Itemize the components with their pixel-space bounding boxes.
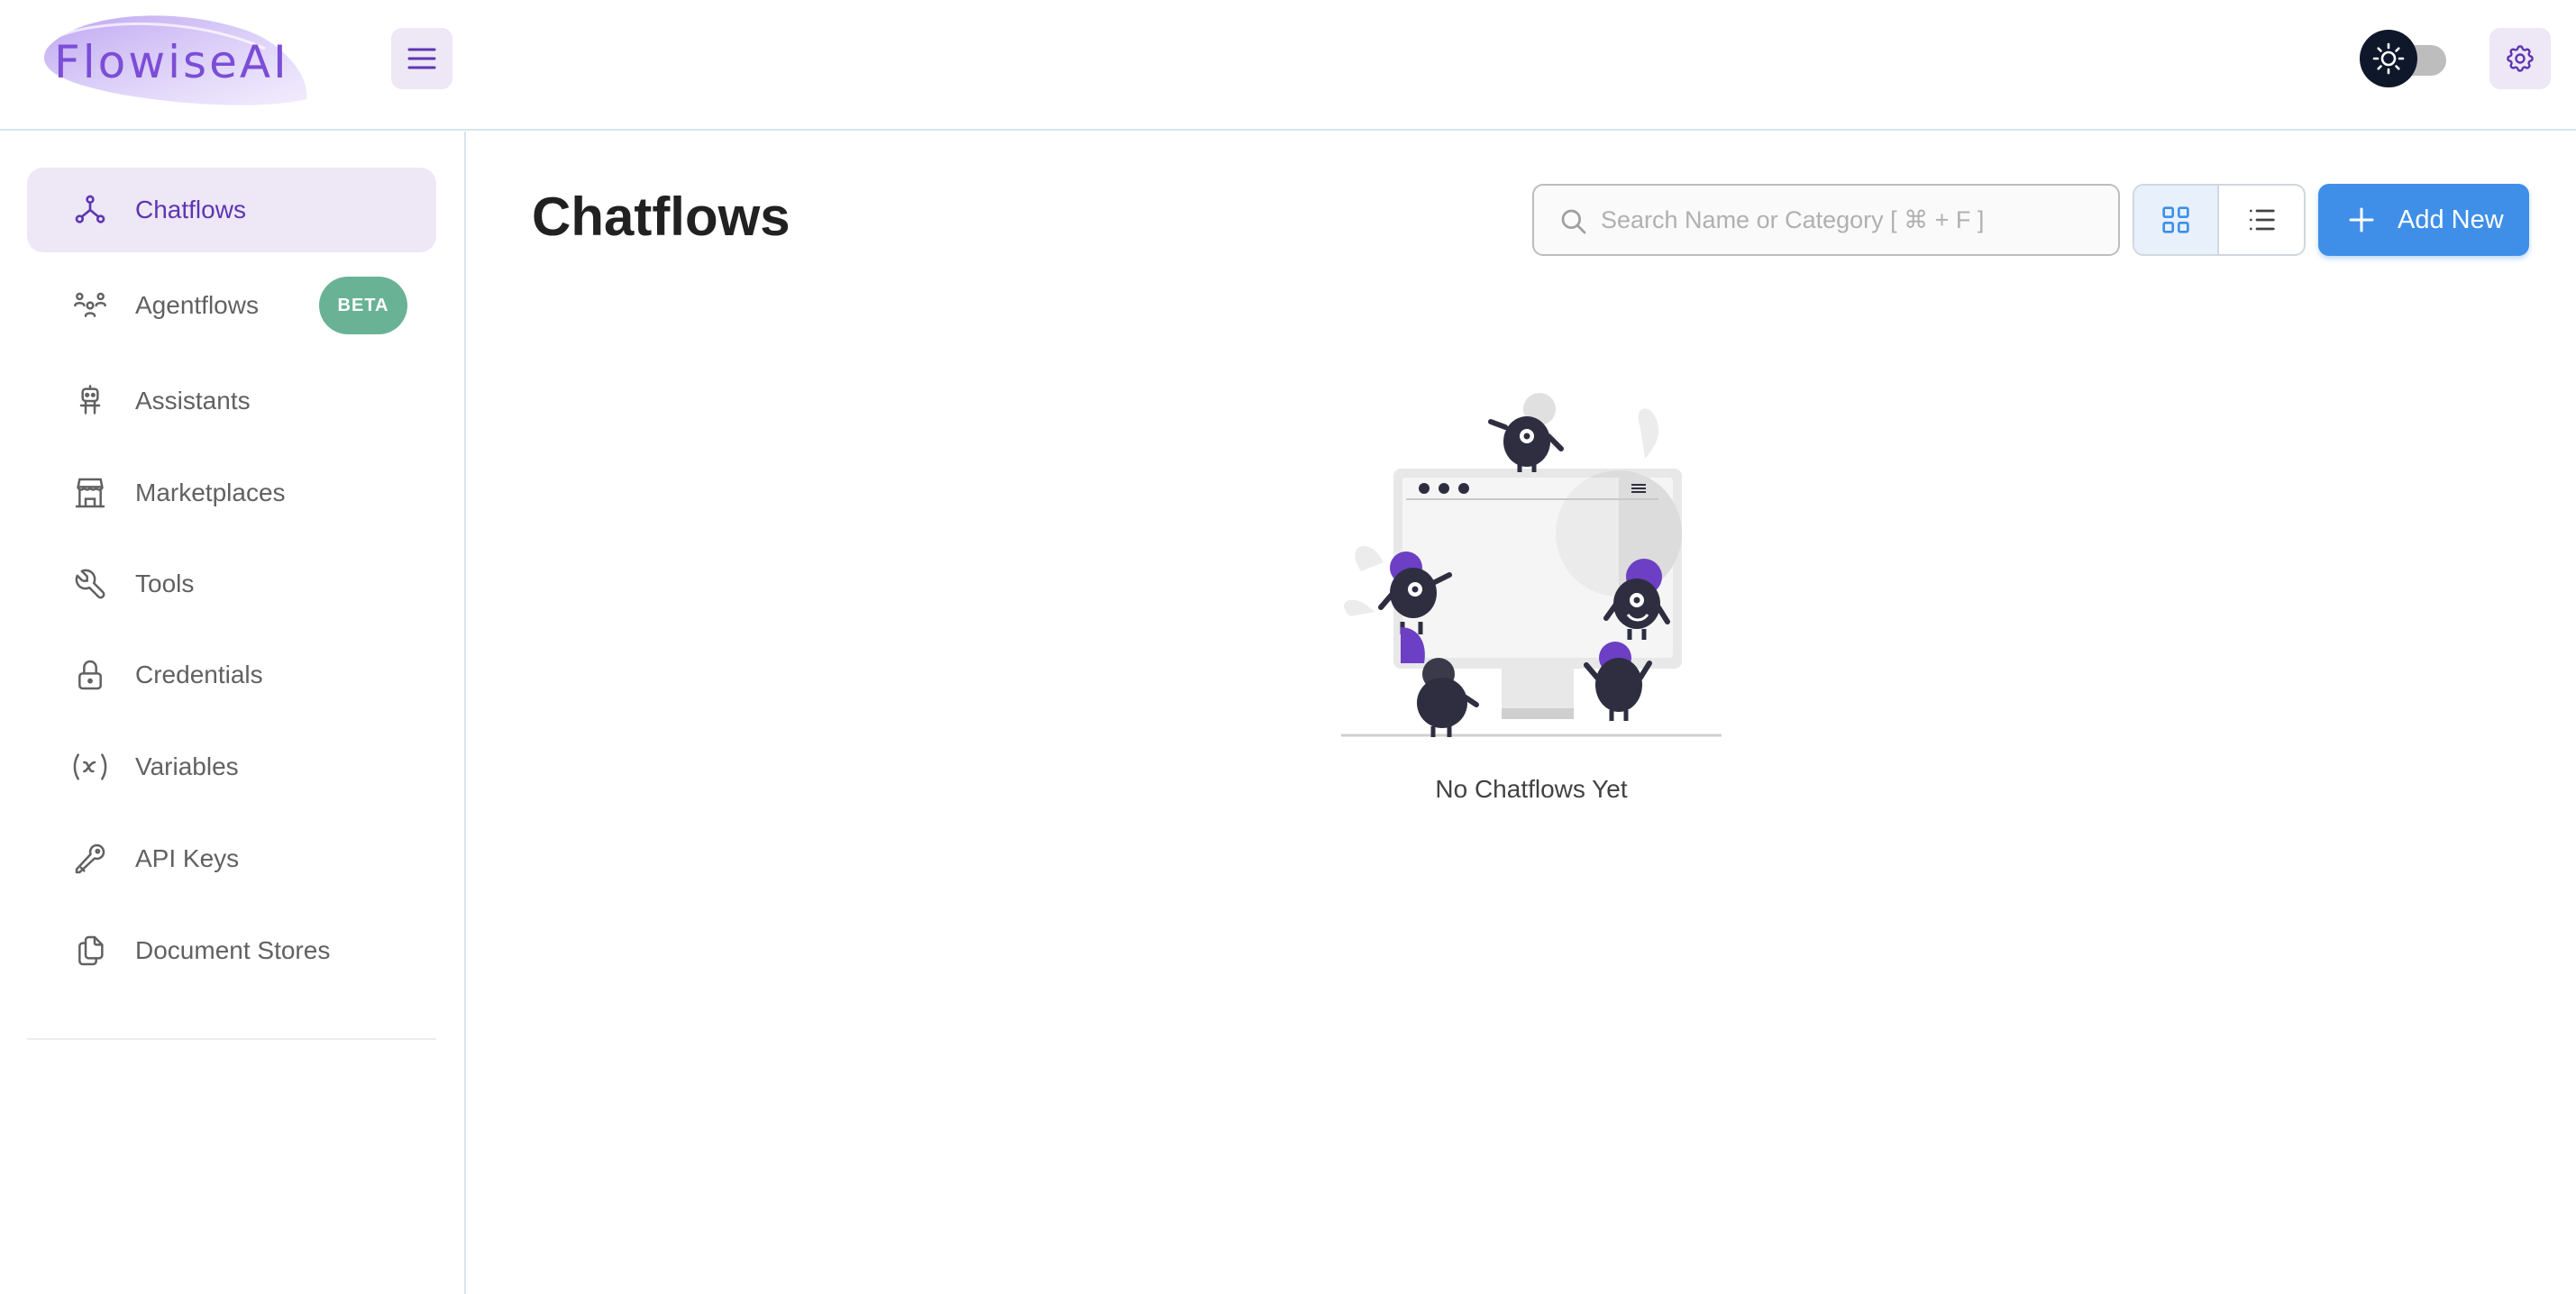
menu-toggle-button[interactable] [391, 28, 452, 89]
add-new-label: Add New [2398, 205, 2504, 234]
beta-badge: BETA [319, 277, 407, 334]
logo-text: FlowiseAI [54, 36, 289, 88]
search-input[interactable] [1601, 195, 2106, 245]
sidebar-item-agentflows[interactable]: Agentflows BETA [27, 263, 436, 348]
toggle-thumb [2360, 30, 2417, 87]
sidebar: Chatflows Agentflows BETA Assistants Mar… [0, 132, 466, 1294]
sidebar-item-label: Credentials [135, 661, 263, 688]
sun-icon [2372, 42, 2405, 75]
search-icon [1561, 209, 1586, 234]
wrench-icon [70, 564, 110, 604]
add-new-button[interactable]: Add New [2318, 184, 2529, 256]
sidebar-item-label: Assistants [135, 387, 251, 415]
hamburger-icon [407, 48, 436, 69]
sidebar-item-label: Chatflows [135, 196, 246, 223]
sidebar-item-label: Document Stores [135, 936, 331, 964]
sidebar-item-chatflows[interactable]: Chatflows [27, 168, 436, 252]
empty-state-message: No Chatflows Yet [1435, 775, 1628, 803]
card-view-button[interactable] [2134, 186, 2220, 254]
lock-icon [70, 655, 110, 695]
sidebar-item-variables[interactable]: Variables [27, 724, 436, 809]
list-icon [2250, 209, 2275, 231]
settings-button[interactable] [2489, 28, 2551, 89]
empty-state-illustration [1341, 393, 1722, 737]
sidebar-item-label: Tools [135, 570, 195, 597]
sidebar-divider [27, 1038, 436, 1040]
view-toggle-group [2133, 184, 2306, 256]
theme-toggle[interactable] [2360, 29, 2452, 88]
list-view-button[interactable] [2219, 186, 2304, 254]
sidebar-item-marketplaces[interactable]: Marketplaces [27, 451, 436, 535]
flowise-logo: FlowiseAI [40, 13, 315, 106]
grid-icon [2162, 206, 2189, 233]
plus-icon [2349, 207, 2374, 232]
sidebar-item-label: Variables [135, 752, 239, 780]
sidebar-item-tools[interactable]: Tools [27, 542, 436, 626]
page-title: Chatflows [532, 187, 790, 247]
gear-icon [2507, 45, 2534, 72]
variable-icon [70, 747, 110, 787]
sidebar-item-label: API Keys [135, 844, 240, 872]
files-icon [70, 931, 110, 970]
sidebar-item-document-stores[interactable]: Document Stores [27, 908, 436, 993]
robot-icon [70, 381, 110, 421]
sidebar-item-api-keys[interactable]: API Keys [27, 816, 436, 901]
users-group-icon [70, 286, 110, 325]
store-icon [70, 473, 110, 513]
key-icon [70, 839, 110, 879]
top-header: FlowiseAI [0, 0, 2576, 131]
sidebar-item-label: Agentflows [135, 291, 259, 319]
chatflow-icon [70, 190, 110, 230]
search-box [1532, 184, 2120, 256]
sidebar-item-credentials[interactable]: Credentials [27, 633, 436, 717]
sidebar-item-label: Marketplaces [135, 478, 286, 506]
sidebar-item-assistants[interactable]: Assistants [27, 359, 436, 443]
